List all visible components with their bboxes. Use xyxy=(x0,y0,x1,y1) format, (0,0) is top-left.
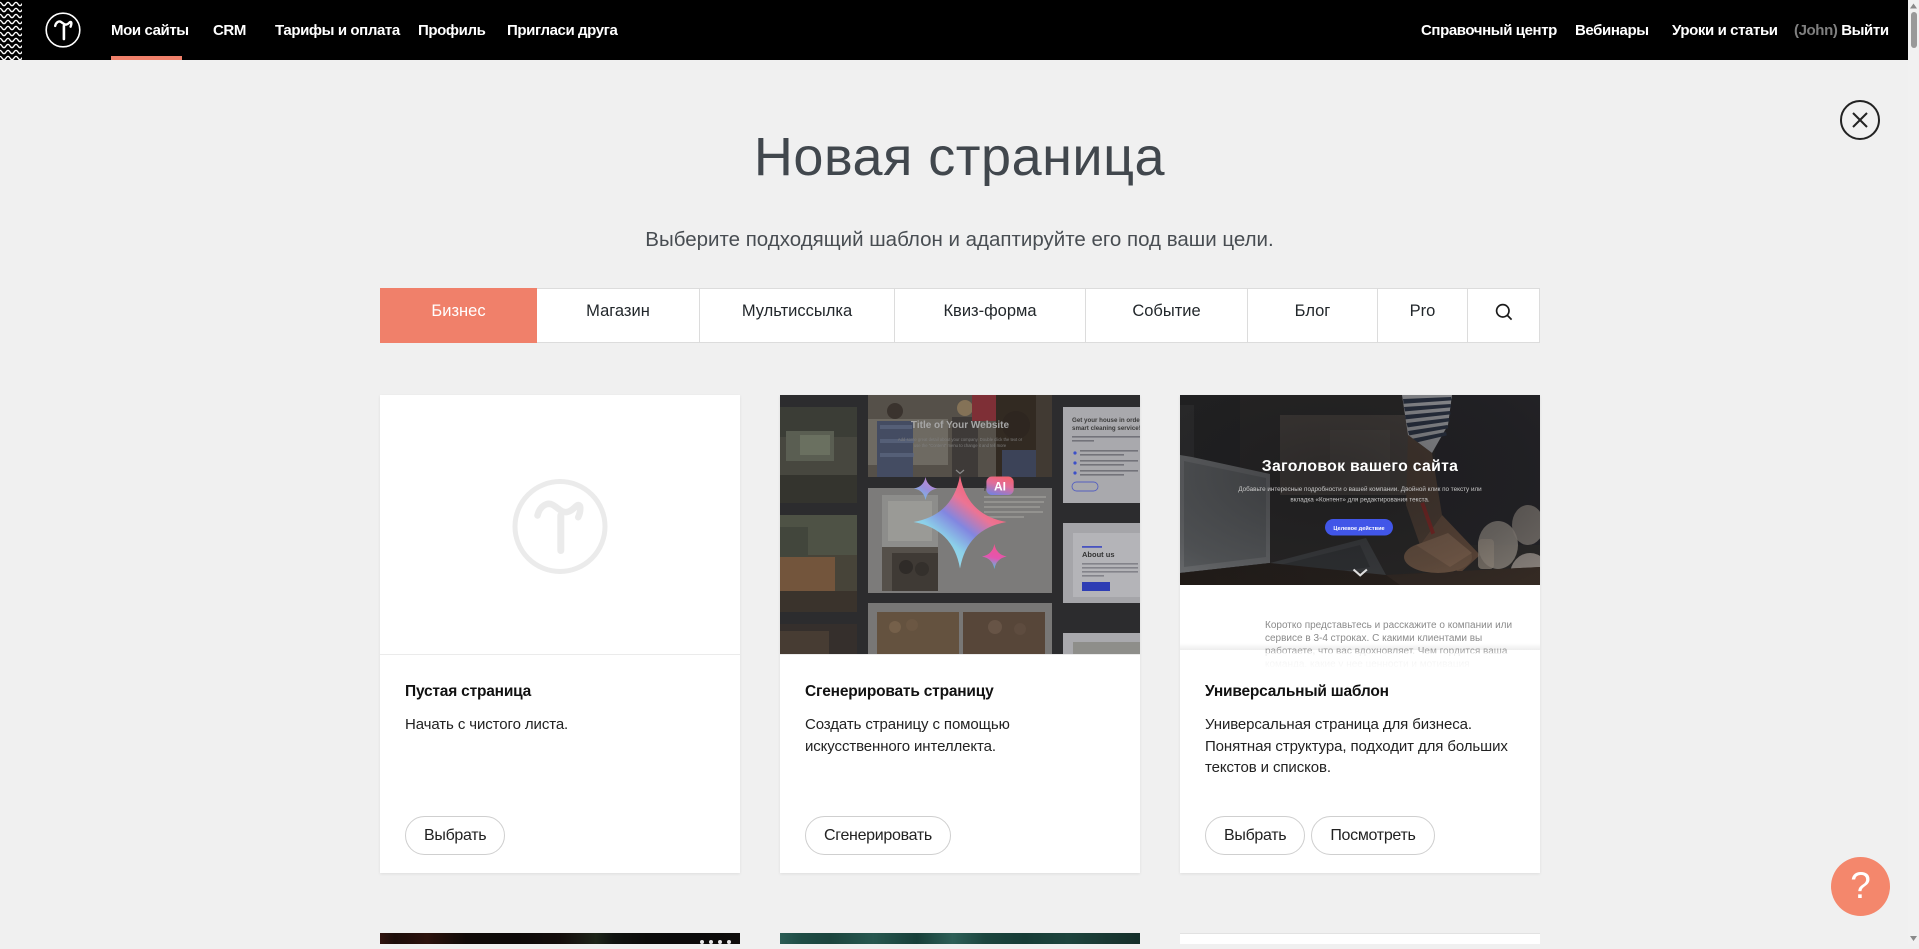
svg-text:use the "Content" menu to chan: use the "Content" menu to change it and … xyxy=(914,443,1007,448)
svg-text:сервисе в 3-4 строках. С каким: сервисе в 3-4 строках. С какими клиентам… xyxy=(1265,633,1482,644)
svg-text:About us: About us xyxy=(1082,550,1115,559)
svg-text:AI: AI xyxy=(994,479,1006,493)
svg-text:Add some great detail about yo: Add some great detail about your company… xyxy=(898,437,1023,442)
svg-text:Get your house in order with o: Get your house in order with o xyxy=(1072,417,1140,424)
svg-text:Коротко представьтесь и расска: Коротко представьтесь и расскажите о ком… xyxy=(1265,620,1512,631)
svg-text:Заголовок вашего сайта: Заголовок вашего сайта xyxy=(1262,458,1458,475)
svg-text:Целевое действие: Целевое действие xyxy=(1333,525,1384,532)
svg-text:smart cleaning service!: smart cleaning service! xyxy=(1072,425,1140,432)
svg-text:вкладка «Контент» для редактир: вкладка «Контент» для редактирования тек… xyxy=(1290,497,1430,504)
svg-text:Title of Your Website: Title of Your Website xyxy=(911,420,1010,431)
svg-text:Добавьте интересные подробност: Добавьте интересные подробности о вашей … xyxy=(1238,485,1482,493)
